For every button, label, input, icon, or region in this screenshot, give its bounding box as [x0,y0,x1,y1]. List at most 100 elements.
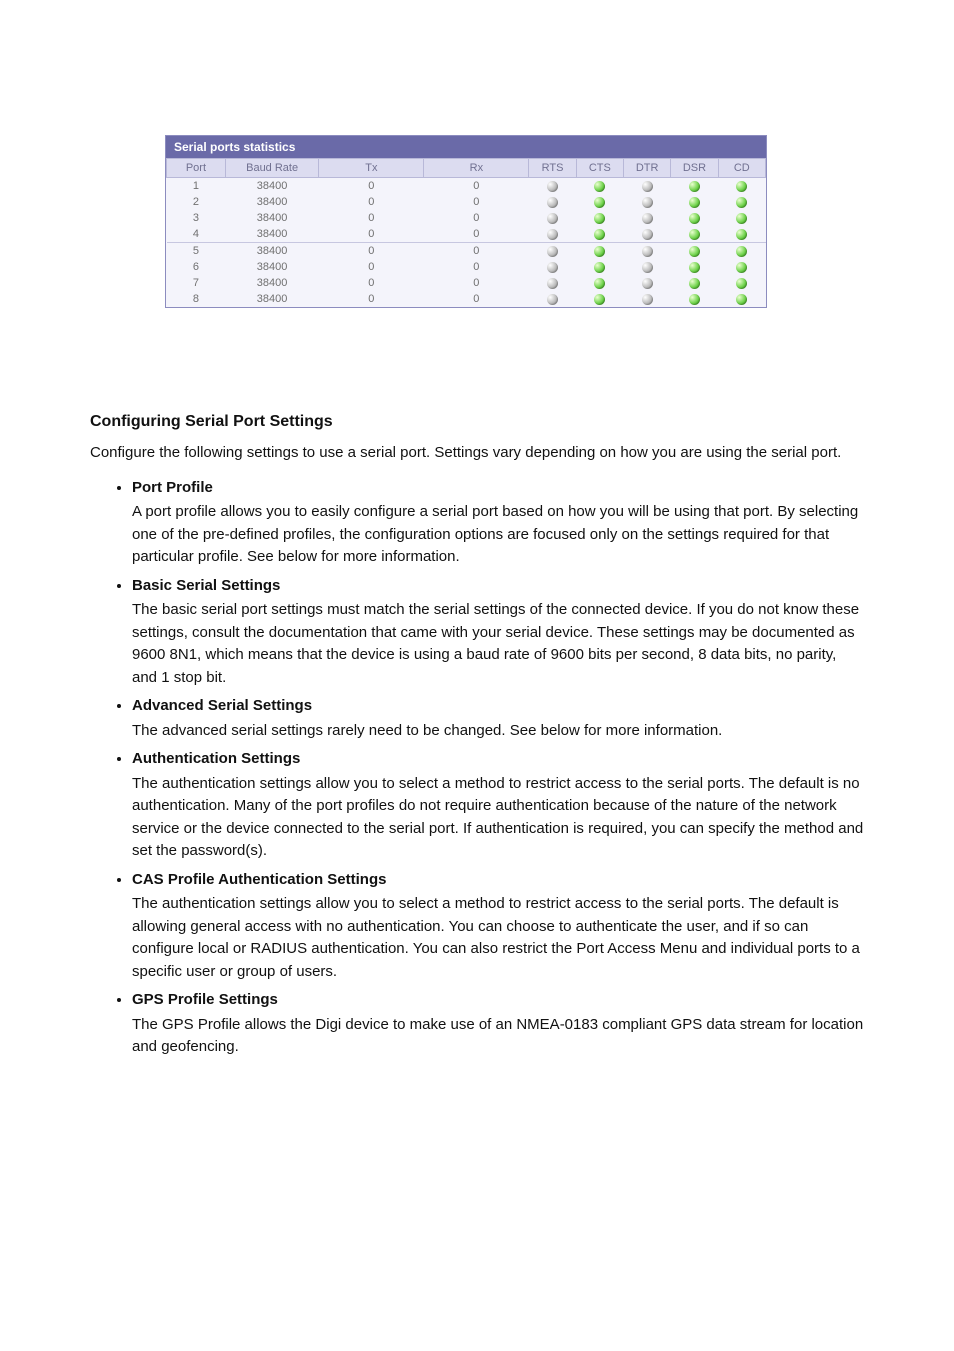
item-body: The advanced serial settings rarely need… [132,720,864,743]
cell-rx: 0 [424,291,529,307]
cell-tx: 0 [319,210,424,226]
col-tx: Tx [319,159,424,178]
cell-rx: 0 [424,259,529,275]
cell-port: 1 [167,178,226,195]
status-led-icon [547,262,558,273]
status-led-icon [594,197,605,208]
cell-rx: 0 [424,194,529,210]
table-row: 53840000 [167,243,766,260]
table-row: 23840000 [167,194,766,210]
status-led-icon [642,246,653,257]
col-cd: CD [718,159,765,178]
cell-port: 2 [167,194,226,210]
status-led-icon [642,213,653,224]
status-led-icon [594,181,605,192]
cell-baud: 38400 [225,194,318,210]
status-led-icon [594,262,605,273]
cell-baud: 38400 [225,275,318,291]
cell-tx: 0 [319,291,424,307]
status-led-icon [594,246,605,257]
status-led-icon [736,278,747,289]
status-led-icon [642,229,653,240]
status-led-icon [642,278,653,289]
status-led-icon [736,294,747,305]
cell-port: 4 [167,226,226,243]
status-led-icon [689,246,700,257]
item-heading: CAS Profile Authentication Settings [132,871,386,888]
cell-baud: 38400 [225,226,318,243]
status-led-icon [689,278,700,289]
list-item: CAS Profile Authentication SettingsThe a… [132,869,864,984]
list-item: Port Profile A port profile allows you to… [132,477,864,569]
item-body: The basic serial port settings must matc… [132,599,864,689]
cell-rx: 0 [424,275,529,291]
serial-ports-panel: Serial ports statistics PortBaud RateTxR… [165,135,767,308]
status-led-icon [736,197,747,208]
cell-baud: 38400 [225,210,318,226]
item-heading: Basic Serial Settings [132,577,280,594]
list-item: Advanced Serial SettingsThe advanced ser… [132,695,864,742]
status-led-icon [689,213,700,224]
col-baud-rate: Baud Rate [225,159,318,178]
table-row: 73840000 [167,275,766,291]
status-led-icon [736,181,747,192]
section-heading: Configuring Serial Port Settings [90,410,864,434]
status-led-icon [547,294,558,305]
cell-baud: 38400 [225,259,318,275]
cell-rx: 0 [424,210,529,226]
status-led-icon [689,294,700,305]
cell-tx: 0 [319,243,424,260]
serial-ports-table: PortBaud RateTxRxRTSCTSDTRDSRCD 13840000… [166,158,766,307]
status-led-icon [689,181,700,192]
status-led-icon [547,246,558,257]
status-led-icon [642,294,653,305]
item-heading: Port Profile [132,479,213,496]
status-led-icon [642,181,653,192]
table-row: 83840000 [167,291,766,307]
status-led-icon [547,278,558,289]
cell-rx: 0 [424,243,529,260]
item-body: A port profile allows you to easily conf… [132,501,864,569]
cell-tx: 0 [319,178,424,195]
list-item: Authentication SettingsThe authenticatio… [132,748,864,863]
status-led-icon [547,197,558,208]
status-led-icon [689,197,700,208]
table-row: 43840000 [167,226,766,243]
status-led-icon [594,229,605,240]
cell-tx: 0 [319,226,424,243]
intro-paragraph: Configure the following settings to use … [90,442,864,465]
status-led-icon [689,262,700,273]
item-heading: GPS Profile Settings [132,991,278,1008]
status-led-icon [736,262,747,273]
cell-tx: 0 [319,259,424,275]
status-led-icon [547,181,558,192]
cell-tx: 0 [319,275,424,291]
item-body: The authentication settings allow you to… [132,773,864,863]
status-led-icon [594,294,605,305]
cell-baud: 38400 [225,243,318,260]
status-led-icon [689,229,700,240]
list-item: GPS Profile Settings The GPS Profile allo… [132,989,864,1059]
list-item: Basic Serial Settings The basic serial po… [132,575,864,690]
cell-tx: 0 [319,194,424,210]
table-row: 13840000 [167,178,766,195]
col-cts: CTS [576,159,623,178]
col-dtr: DTR [624,159,671,178]
status-led-icon [547,213,558,224]
cell-rx: 0 [424,178,529,195]
table-row: 63840000 [167,259,766,275]
status-led-icon [642,197,653,208]
cell-rx: 0 [424,226,529,243]
cell-port: 3 [167,210,226,226]
status-led-icon [547,229,558,240]
table-row: 33840000 [167,210,766,226]
col-dsr: DSR [671,159,718,178]
status-led-icon [642,262,653,273]
cell-port: 5 [167,243,226,260]
status-led-icon [736,246,747,257]
item-body: The GPS Profile allows the Digi device t… [132,1014,864,1059]
col-rx: Rx [424,159,529,178]
cell-port: 8 [167,291,226,307]
cell-port: 7 [167,275,226,291]
panel-title: Serial ports statistics [166,136,766,158]
